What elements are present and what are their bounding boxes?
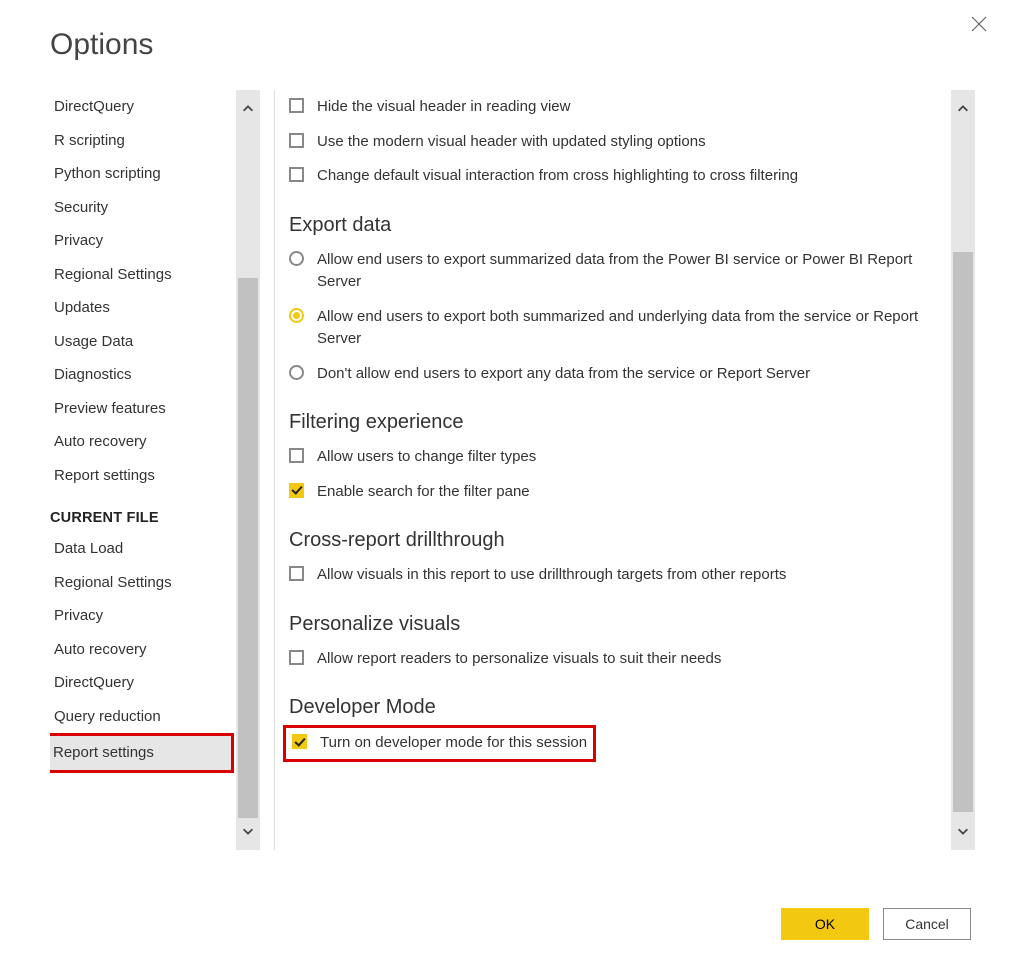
checkbox-option[interactable]: Allow report readers to personalize visu…: [289, 642, 937, 677]
radio-option[interactable]: Allow end users to export both summarize…: [289, 300, 937, 357]
radio[interactable]: [289, 308, 304, 323]
checkbox[interactable]: [289, 167, 304, 182]
sidebar: DirectQueryR scriptingPython scriptingSe…: [50, 90, 260, 850]
chevron-up-icon: [956, 102, 970, 116]
checkbox-option[interactable]: Allow users to change filter types: [289, 440, 937, 475]
sidebar-item[interactable]: DirectQuery: [50, 666, 232, 700]
option-label: Change default visual interaction from c…: [317, 165, 937, 188]
sidebar-item[interactable]: Privacy: [50, 224, 232, 258]
checkbox[interactable]: [289, 650, 304, 665]
close-button[interactable]: [965, 10, 993, 38]
checkbox[interactable]: [289, 133, 304, 148]
chevron-down-icon: [241, 824, 255, 838]
option-label: Enable search for the filter pane: [317, 481, 937, 504]
sidebar-item[interactable]: Diagnostics: [50, 358, 232, 392]
scroll-up-button[interactable]: [951, 90, 975, 128]
radio[interactable]: [289, 365, 304, 380]
checkbox-option[interactable]: Change default visual interaction from c…: [289, 159, 937, 194]
sidebar-item[interactable]: Report settings: [50, 459, 232, 493]
option-label: Allow end users to export summarized dat…: [317, 249, 937, 294]
sidebar-item[interactable]: Regional Settings: [50, 566, 232, 600]
option-label: Allow end users to export both summarize…: [317, 306, 937, 351]
option-label: Allow visuals in this report to use dril…: [317, 564, 937, 587]
group-title: Developer Mode: [289, 696, 937, 719]
group-title: Cross-report drillthrough: [289, 529, 937, 552]
sidebar-item[interactable]: Privacy: [50, 599, 232, 633]
vertical-divider: [274, 90, 275, 850]
checkbox[interactable]: [289, 98, 304, 113]
option-label: Don't allow end users to export any data…: [317, 363, 937, 386]
checkbox-option[interactable]: Use the modern visual header with update…: [289, 125, 937, 160]
chevron-down-icon: [956, 824, 970, 838]
group-title: Filtering experience: [289, 411, 937, 434]
checkbox[interactable]: [292, 734, 307, 749]
sidebar-item[interactable]: Usage Data: [50, 325, 232, 359]
sidebar-item[interactable]: Preview features: [50, 392, 232, 426]
radio[interactable]: [289, 251, 304, 266]
dialog-footer: OK Cancel: [781, 908, 971, 940]
sidebar-item[interactable]: DirectQuery: [50, 90, 232, 124]
checkbox-option[interactable]: Hide the visual header in reading view: [289, 90, 937, 125]
sidebar-item[interactable]: R scripting: [50, 124, 232, 158]
option-label: Allow report readers to personalize visu…: [317, 648, 937, 671]
checkbox-option[interactable]: Allow visuals in this report to use dril…: [289, 558, 937, 593]
options-dialog: Options DirectQueryR scriptingPython scr…: [0, 0, 1011, 974]
scroll-thumb[interactable]: [953, 252, 973, 812]
checkbox[interactable]: [289, 566, 304, 581]
checkbox[interactable]: [289, 448, 304, 463]
main-scrollbar[interactable]: [951, 90, 975, 850]
scroll-track[interactable]: [236, 128, 260, 812]
close-icon: [971, 16, 987, 32]
sidebar-scrollbar[interactable]: [236, 90, 260, 850]
sidebar-item[interactable]: Security: [50, 191, 232, 225]
sidebar-item[interactable]: Auto recovery: [50, 633, 232, 667]
sidebar-item-selected[interactable]: Report settings: [50, 733, 234, 773]
scroll-down-button[interactable]: [951, 812, 975, 850]
sidebar-item[interactable]: Query reduction: [50, 700, 232, 734]
option-label: Allow users to change filter types: [317, 446, 937, 469]
cancel-button[interactable]: Cancel: [883, 908, 971, 940]
option-label: Use the modern visual header with update…: [317, 131, 937, 154]
checkbox[interactable]: [289, 483, 304, 498]
checkbox-option[interactable]: Enable search for the filter pane: [289, 475, 937, 510]
group-title: Personalize visuals: [289, 613, 937, 636]
sidebar-item[interactable]: Auto recovery: [50, 425, 232, 459]
scroll-up-button[interactable]: [236, 90, 260, 128]
scroll-track[interactable]: [951, 128, 975, 812]
sidebar-section-header: CURRENT FILE: [50, 492, 232, 532]
group-title: Export data: [289, 214, 937, 237]
sidebar-item[interactable]: Python scripting: [50, 157, 232, 191]
ok-button[interactable]: OK: [781, 908, 869, 940]
sidebar-item[interactable]: Regional Settings: [50, 258, 232, 292]
checkbox-option[interactable]: Turn on developer mode for this session: [283, 725, 596, 762]
radio-option[interactable]: Allow end users to export summarized dat…: [289, 243, 937, 300]
option-label: Hide the visual header in reading view: [317, 96, 937, 119]
sidebar-item[interactable]: Data Load: [50, 532, 232, 566]
settings-panel: Hide the visual header in reading view Us…: [289, 90, 975, 850]
sidebar-item[interactable]: Updates: [50, 291, 232, 325]
scroll-thumb[interactable]: [238, 278, 258, 818]
chevron-up-icon: [241, 102, 255, 116]
radio-option[interactable]: Don't allow end users to export any data…: [289, 357, 937, 392]
dialog-title: Options: [50, 28, 975, 62]
option-label: Turn on developer mode for this session: [320, 732, 587, 755]
